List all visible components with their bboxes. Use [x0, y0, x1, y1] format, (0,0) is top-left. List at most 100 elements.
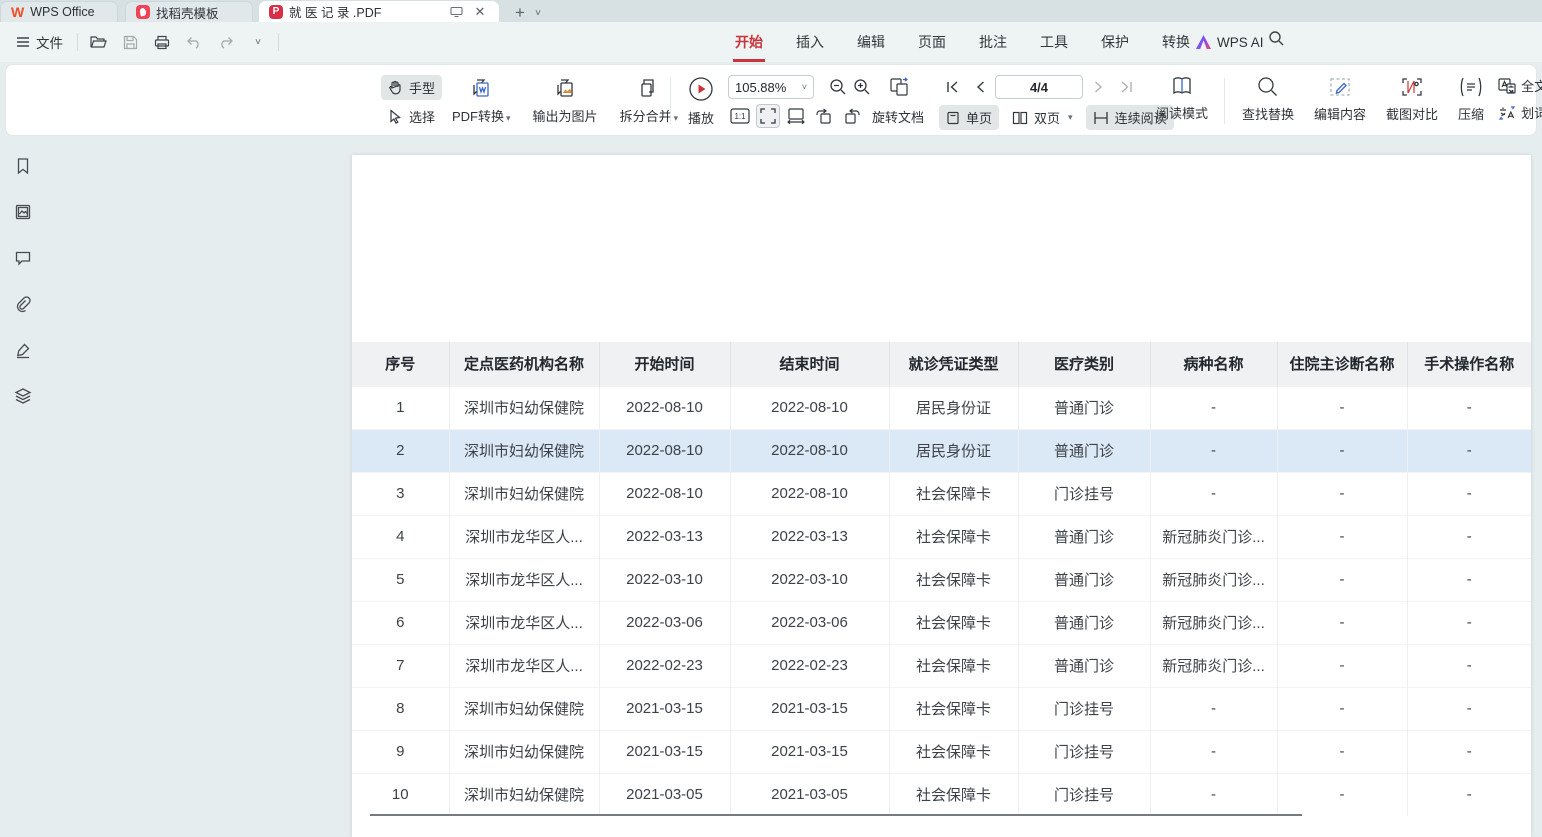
play-button[interactable]: 播放 [678, 74, 724, 129]
wps-ai-label: WPS AI [1217, 35, 1264, 50]
table-cell: 深圳市妇幼保健院 [449, 386, 599, 429]
signature-icon[interactable] [10, 337, 36, 363]
screenshot-compare-button[interactable]: 截图对比 [1380, 74, 1444, 125]
edit-content-icon [1328, 76, 1352, 98]
page-indicator-value: 4/4 [1030, 80, 1048, 95]
compress-button[interactable]: 压缩 [1452, 74, 1490, 125]
table-cell: - [1277, 601, 1407, 644]
word-translate-button[interactable]: 划词翻译 ▾ [1498, 103, 1542, 122]
document-area: 序号定点医药机构名称开始时间结束时间就诊凭证类型医疗类别病种名称住院主诊断名称手… [0, 137, 1542, 837]
table-cell: - [1407, 644, 1531, 687]
quick-access-chevron-icon[interactable]: ˅ [246, 30, 270, 54]
table-cell: 2022-03-13 [599, 515, 730, 558]
ribbon-tab[interactable]: 编辑 [855, 23, 887, 62]
menu-search-icon[interactable] [1268, 30, 1285, 47]
export-image-button[interactable]: 输出为图片 [527, 74, 604, 127]
first-page-icon[interactable] [939, 75, 965, 99]
table-cell: - [1407, 472, 1531, 515]
table-header-cell: 就诊凭证类型 [889, 342, 1018, 386]
book-icon [1170, 75, 1194, 97]
ribbon-tab[interactable]: 保护 [1099, 23, 1131, 62]
table-cell: 普通门诊 [1018, 515, 1150, 558]
table-cell: - [1277, 730, 1407, 773]
table-header-cell: 住院主诊断名称 [1277, 342, 1407, 386]
undo-icon[interactable] [182, 30, 206, 54]
replace-pages-icon[interactable] [888, 75, 912, 99]
last-page-icon[interactable] [1113, 75, 1139, 99]
split-merge-button[interactable]: 拆分合并▾ [614, 74, 685, 127]
menu-bar: 文件 ˅ 开始插入编辑页面批注工具保护转换 WPS AI [0, 22, 1542, 62]
fit-page-button[interactable] [756, 104, 780, 128]
table-cell: 2 [352, 429, 449, 472]
wps-ai-logo-icon [1196, 35, 1211, 49]
actual-size-button[interactable]: 1:1 [728, 104, 752, 128]
print-icon[interactable] [150, 30, 174, 54]
layers-icon[interactable] [10, 383, 36, 409]
table-cell: 新冠肺炎门诊... [1150, 558, 1277, 601]
find-replace-button[interactable]: 查找替换 [1236, 74, 1300, 125]
close-tab-icon[interactable]: ✕ [471, 3, 489, 21]
table-cell: - [1150, 386, 1277, 429]
comments-icon[interactable] [10, 245, 36, 271]
attachments-icon[interactable] [10, 291, 36, 317]
table-cell: - [1277, 386, 1407, 429]
read-mode-button[interactable]: 阅读模式 [1153, 75, 1211, 122]
hand-tool-label: 手型 [409, 78, 435, 97]
page-navigation-group: 4/4 单页 双页 ▾ [939, 75, 1174, 130]
pdf-logo-icon: P [269, 5, 283, 19]
ribbon-toolbar: 手型 选择 PDF转换▾ 输出为图片 拆分合并▾ [5, 64, 1537, 136]
rotate-left-icon[interactable] [812, 104, 836, 128]
table-cell: 2021-03-15 [599, 687, 730, 730]
fit-width-button[interactable] [784, 104, 808, 128]
zoom-level-select[interactable]: 105.88% ˅ [728, 75, 814, 99]
zoom-out-icon[interactable] [826, 75, 850, 99]
new-tab-icon[interactable]: + [511, 4, 529, 22]
continuous-read-icon [1093, 111, 1109, 125]
cursor-icon [388, 109, 403, 124]
redo-icon[interactable] [214, 30, 238, 54]
tab-document-pdf[interactable]: P 就 医 记 录 .PDF ✕ [259, 1, 499, 22]
file-menu-button[interactable]: 文件 [10, 28, 69, 56]
table-cell: - [1277, 472, 1407, 515]
full-translate-button[interactable]: 全文翻译 [1498, 76, 1542, 95]
ribbon-tab[interactable]: 工具 [1038, 23, 1070, 62]
table-header-cell: 定点医药机构名称 [449, 342, 599, 386]
open-file-icon[interactable] [86, 30, 110, 54]
edit-content-button[interactable]: 编辑内容 [1308, 74, 1372, 125]
ribbon-tab[interactable]: 插入 [794, 23, 826, 62]
tab-wps-office[interactable]: W WPS Office [0, 1, 118, 22]
thumbnails-icon[interactable] [10, 199, 36, 225]
table-cell: 社会保障卡 [889, 730, 1018, 773]
rotate-doc-label[interactable]: 旋转文档 [872, 107, 924, 126]
select-tool-button[interactable]: 选择 [381, 104, 442, 129]
table-cell: 2022-08-10 [599, 386, 730, 429]
tab-docer-templates[interactable]: 找稻壳模板 [125, 1, 253, 22]
wps-ai-button[interactable]: WPS AI [1196, 22, 1264, 62]
compress-icon [1459, 76, 1483, 98]
table-cell: 2022-03-13 [730, 515, 889, 558]
pdf-convert-button[interactable]: PDF转换▾ [446, 74, 517, 127]
ribbon-tab[interactable]: 开始 [733, 23, 765, 62]
find-replace-icon [1257, 76, 1279, 98]
ribbon-tab[interactable]: 页面 [916, 23, 948, 62]
pdf-page[interactable]: 序号定点医药机构名称开始时间结束时间就诊凭证类型医疗类别病种名称住院主诊断名称手… [352, 155, 1531, 837]
monitor-icon[interactable] [447, 3, 465, 21]
save-icon[interactable] [118, 30, 142, 54]
tab-list-chevron-icon[interactable]: ˅ [529, 4, 547, 22]
single-page-button[interactable]: 单页 [939, 105, 999, 130]
divider [1224, 78, 1225, 124]
ribbon-tab[interactable]: 转换 [1160, 23, 1192, 62]
rotate-right-icon[interactable] [840, 104, 864, 128]
next-page-icon[interactable] [1085, 75, 1111, 99]
bookmarks-icon[interactable] [10, 153, 36, 179]
double-page-button[interactable]: 双页 ▾ [1005, 105, 1080, 130]
table-cell: - [1150, 472, 1277, 515]
ribbon-tab[interactable]: 批注 [977, 23, 1009, 62]
hand-tool-button[interactable]: 手型 [381, 75, 442, 100]
table-cell: - [1407, 515, 1531, 558]
previous-page-icon[interactable] [967, 75, 993, 99]
zoom-in-icon[interactable] [850, 75, 874, 99]
page-indicator-input[interactable]: 4/4 [995, 75, 1083, 99]
convert-group: PDF转换▾ 输出为图片 拆分合并▾ [446, 74, 684, 127]
table-cell: 社会保障卡 [889, 687, 1018, 730]
